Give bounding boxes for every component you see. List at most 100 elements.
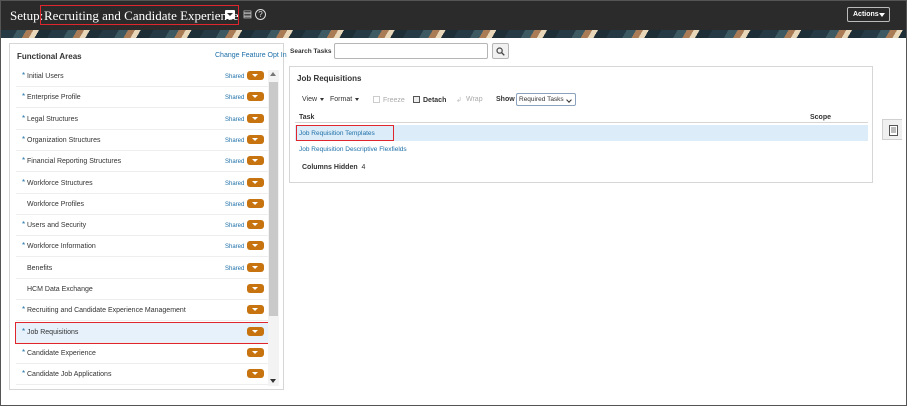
functional-area-label: Candidate Experience bbox=[27, 349, 96, 357]
show-label: Show bbox=[496, 96, 515, 103]
row-actions-dropdown-icon[interactable] bbox=[247, 113, 264, 123]
functional-area-label: HCM Data Exchange bbox=[27, 286, 93, 293]
required-star-icon: * bbox=[22, 220, 26, 230]
column-task[interactable]: Task bbox=[299, 114, 314, 121]
shared-link[interactable]: Shared bbox=[225, 138, 244, 144]
required-star-icon: * bbox=[22, 305, 26, 315]
functional-area-item[interactable]: HCM Data Exchange bbox=[16, 279, 269, 300]
scroll-up-icon[interactable] bbox=[270, 72, 276, 76]
functional-area-item[interactable]: * Legal Structures Shared bbox=[16, 109, 269, 130]
functional-area-item[interactable]: * Users and Security Shared bbox=[16, 215, 269, 237]
columns-hidden-label: Columns Hidden bbox=[302, 164, 358, 171]
functional-area-label: Financial Reporting Structures bbox=[27, 158, 122, 166]
functional-area-label: Initial Users bbox=[27, 73, 64, 80]
chevron-down-icon bbox=[355, 97, 360, 101]
shared-link[interactable]: Shared bbox=[225, 117, 244, 123]
row-actions-dropdown-icon[interactable] bbox=[247, 347, 264, 357]
help-icon[interactable]: ? bbox=[255, 9, 266, 20]
view-menu[interactable]: View bbox=[302, 96, 325, 103]
header-banner bbox=[1, 30, 906, 38]
shared-link[interactable]: Shared bbox=[225, 74, 244, 80]
required-star-icon: * bbox=[22, 113, 26, 123]
functional-area-item[interactable]: * Enterprise Profile Shared bbox=[16, 87, 269, 109]
column-scope[interactable]: Scope bbox=[810, 114, 831, 121]
required-star-icon: * bbox=[22, 71, 26, 80]
chevron-down-icon bbox=[320, 97, 325, 101]
functional-area-label: Workforce Profiles bbox=[27, 200, 85, 208]
format-menu[interactable]: Format bbox=[330, 96, 360, 103]
functional-area-label: Benefits bbox=[27, 264, 53, 272]
functional-area-item[interactable]: * Financial Reporting Structures Shared bbox=[16, 151, 269, 173]
scroll-thumb[interactable] bbox=[269, 82, 278, 316]
required-star-icon: * bbox=[22, 156, 26, 166]
functional-area-label: Workforce Structures bbox=[27, 179, 93, 187]
shared-link[interactable]: Shared bbox=[225, 244, 244, 250]
functional-area-label: Legal Structures bbox=[27, 115, 78, 123]
actions-button[interactable]: Actions bbox=[847, 7, 890, 22]
shared-link[interactable]: Shared bbox=[225, 181, 244, 187]
shared-link[interactable]: Shared bbox=[225, 159, 244, 165]
functional-area-label: Recruiting and Candidate Experience Mana… bbox=[27, 307, 186, 315]
functional-area-item[interactable]: * Workforce Structures Shared bbox=[16, 173, 269, 194]
wrap-button[interactable]: ↲ Wrap bbox=[456, 96, 483, 104]
functional-area-label: Candidate Job Applications bbox=[27, 371, 112, 379]
notes-icon[interactable]: ▤ bbox=[242, 9, 253, 20]
functional-area-label: Users and Security bbox=[27, 222, 87, 230]
columns-hidden: Columns Hidden 4 bbox=[302, 164, 365, 171]
detach-icon bbox=[413, 96, 420, 103]
shared-link[interactable]: Shared bbox=[225, 95, 244, 101]
required-star-icon: * bbox=[22, 369, 26, 379]
row-actions-dropdown-icon[interactable] bbox=[247, 305, 264, 315]
row-actions-dropdown-icon[interactable] bbox=[247, 156, 264, 166]
required-star-icon: * bbox=[22, 134, 26, 144]
show-select[interactable]: Required Tasks bbox=[516, 93, 576, 106]
search-icon bbox=[496, 47, 505, 56]
columns-hidden-count: 4 bbox=[361, 164, 366, 171]
shared-link[interactable]: Shared bbox=[225, 223, 244, 229]
document-list-icon bbox=[889, 125, 898, 136]
freeze-button[interactable]: Freeze bbox=[373, 96, 405, 104]
functional-area-item[interactable]: * Candidate Experience bbox=[16, 343, 269, 364]
selected-area-highlight bbox=[15, 322, 270, 344]
functional-area-label: Enterprise Profile bbox=[27, 94, 81, 102]
task-link-job-requisition-descriptive-flexfields[interactable]: Job Requisition Descriptive Flexfields bbox=[299, 146, 407, 153]
change-feature-opt-in-link[interactable]: Change Feature Opt In bbox=[215, 52, 287, 59]
functional-area-item[interactable]: * Recruiting and Candidate Experience Man… bbox=[16, 300, 269, 322]
detach-label: Detach bbox=[423, 97, 447, 104]
format-label: Format bbox=[330, 96, 353, 103]
title-highlight bbox=[40, 5, 239, 25]
shared-link[interactable]: Shared bbox=[225, 202, 244, 208]
row-actions-dropdown-icon[interactable] bbox=[247, 262, 264, 272]
row-actions-dropdown-icon[interactable] bbox=[247, 241, 264, 251]
section-title: Job Requisitions bbox=[297, 74, 362, 83]
row-actions-dropdown-icon[interactable] bbox=[247, 92, 264, 102]
functional-area-label: Workforce Information bbox=[27, 243, 96, 251]
functional-area-item[interactable]: Workforce Profiles Shared bbox=[16, 194, 269, 215]
required-star-icon: * bbox=[22, 347, 26, 357]
job-requisitions-panel: Job Requisitions View Format Freeze Deta… bbox=[289, 66, 873, 183]
functional-area-item[interactable]: * Workforce Information Shared bbox=[16, 236, 269, 258]
row-actions-dropdown-icon[interactable] bbox=[247, 177, 264, 187]
side-panel-toggle[interactable] bbox=[882, 119, 902, 140]
functional-area-item[interactable]: Benefits Shared bbox=[16, 258, 269, 279]
row-actions-dropdown-icon[interactable] bbox=[247, 71, 264, 80]
page-header: Setup: Recruiting and Candidate Experien… bbox=[1, 1, 906, 30]
functional-area-item[interactable]: * Organization Structures Shared bbox=[16, 130, 269, 151]
freeze-label: Freeze bbox=[383, 97, 405, 104]
row-actions-dropdown-icon[interactable] bbox=[247, 284, 264, 293]
chevron-down-icon[interactable] bbox=[225, 10, 235, 19]
row-actions-dropdown-icon[interactable] bbox=[247, 134, 264, 144]
search-button[interactable] bbox=[492, 43, 509, 59]
shared-link[interactable]: Shared bbox=[225, 266, 244, 272]
scroll-down-icon[interactable] bbox=[270, 379, 276, 383]
functional-area-item[interactable]: * Initial Users Shared bbox=[16, 66, 269, 87]
scrollbar[interactable] bbox=[268, 70, 279, 386]
row-actions-dropdown-icon[interactable] bbox=[247, 198, 264, 208]
search-tasks-label: Search Tasks bbox=[290, 48, 332, 55]
search-input[interactable] bbox=[334, 43, 488, 59]
row-actions-dropdown-icon[interactable] bbox=[247, 220, 264, 230]
table-header: Task Scope bbox=[295, 109, 868, 123]
row-actions-dropdown-icon[interactable] bbox=[247, 369, 264, 379]
functional-area-item[interactable]: * Candidate Job Applications bbox=[16, 364, 269, 386]
detach-button[interactable]: Detach bbox=[413, 96, 446, 104]
